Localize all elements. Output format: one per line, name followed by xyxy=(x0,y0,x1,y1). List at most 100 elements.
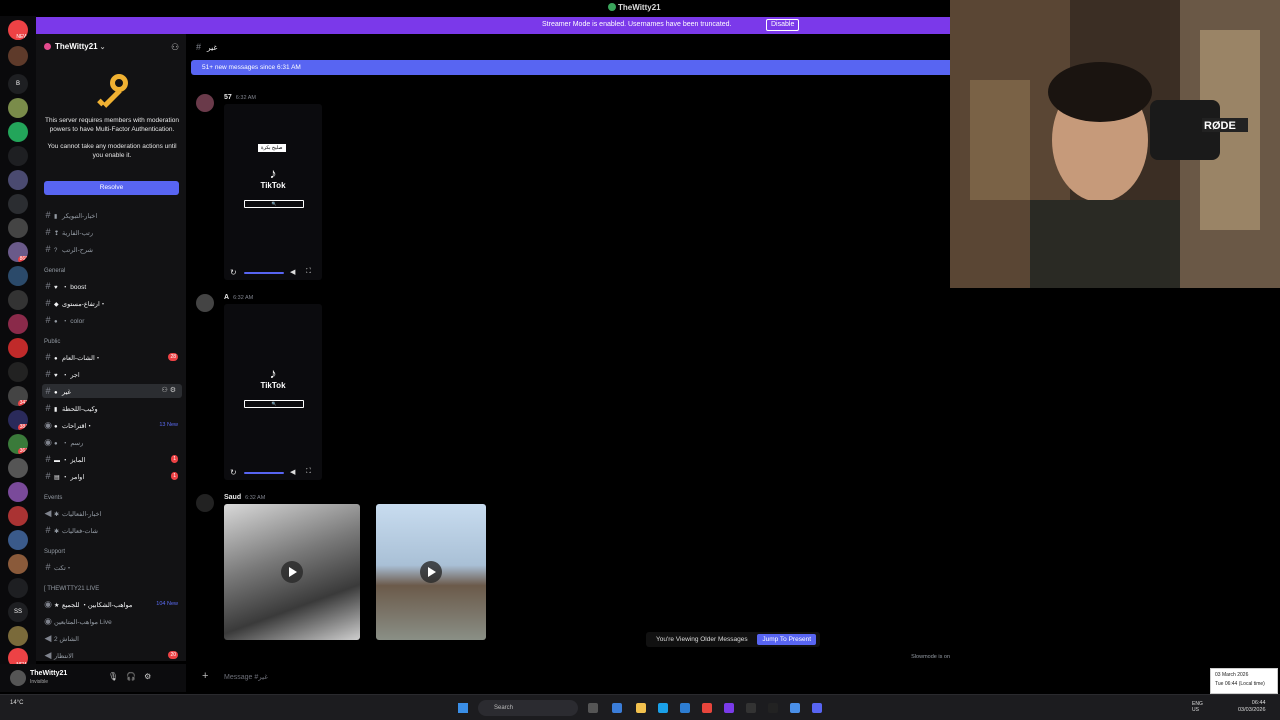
avatar[interactable] xyxy=(196,294,214,312)
channel-item-active[interactable]: # ● غير ⚇⚙ xyxy=(42,384,182,398)
message-composer[interactable]: + Message #غير xyxy=(190,666,950,688)
server-name[interactable]: TheWitty21 ⌄ xyxy=(44,42,105,54)
chrome-icon[interactable] xyxy=(702,703,712,713)
channel-item[interactable]: ◀ الانتظار 20 xyxy=(42,648,182,662)
server-icon[interactable] xyxy=(8,458,28,478)
discord-icon[interactable] xyxy=(812,703,822,713)
category-support[interactable]: Support xyxy=(44,549,65,559)
channel-settings-icon[interactable]: ⚇⚙ xyxy=(161,384,178,398)
category-live[interactable]: [ THEWITTY21 LIVE xyxy=(44,586,99,596)
category-general[interactable]: General xyxy=(44,268,65,278)
fullscreen-icon[interactable]: ⛶ xyxy=(306,468,311,476)
server-icon[interactable] xyxy=(8,266,28,286)
channel-item[interactable]: # تكت・ xyxy=(42,560,182,574)
category-events[interactable]: Events xyxy=(44,495,62,505)
server-icon[interactable] xyxy=(8,146,28,166)
channel-item[interactable]: # ▤ ・ اوامر 1 xyxy=(42,469,182,483)
add-attachment-icon[interactable]: + xyxy=(202,670,208,682)
server-icon[interactable] xyxy=(8,122,28,142)
obs-icon[interactable] xyxy=(746,703,756,713)
channel-item[interactable]: # ♥ ・ boost xyxy=(42,279,182,293)
channel-item[interactable]: # ● ・ color xyxy=(42,313,182,327)
video-progress[interactable] xyxy=(244,272,284,274)
server-icon[interactable] xyxy=(8,482,28,502)
channel-item[interactable]: # ◆ ارتفاع-مستوى・ xyxy=(42,296,182,310)
server-icon[interactable] xyxy=(8,194,28,214)
add-member-icon[interactable]: ⚇ xyxy=(171,43,180,52)
server-icon[interactable] xyxy=(8,554,28,574)
gear-icon[interactable]: ⚙ xyxy=(144,672,159,681)
server-icon[interactable] xyxy=(8,626,28,646)
app-icon[interactable] xyxy=(680,703,690,713)
channel-item[interactable]: # ▮ وكيب-اللحظة xyxy=(42,401,182,415)
new-messages-bar[interactable]: 51+ new messages since 6:31 AM xyxy=(191,60,950,75)
edge-icon[interactable] xyxy=(658,703,668,713)
channel-item[interactable]: # ▮ اخبار-التبويكر xyxy=(42,208,182,222)
play-icon[interactable] xyxy=(420,561,442,583)
server-icon[interactable] xyxy=(8,290,28,310)
volume-icon[interactable]: ◀ xyxy=(290,268,295,276)
server-icon[interactable] xyxy=(8,314,28,334)
channel-item[interactable]: # ● الشات-العام・ 28 xyxy=(42,350,182,364)
server-icon[interactable] xyxy=(8,362,28,382)
video-thumbnail[interactable] xyxy=(376,504,486,640)
resolve-button[interactable]: Resolve xyxy=(44,181,179,195)
fullscreen-icon[interactable]: ⛶ xyxy=(306,268,311,276)
task-view-icon[interactable] xyxy=(588,703,598,713)
server-icon[interactable] xyxy=(8,530,28,550)
jump-to-present-button[interactable]: Jump To Present xyxy=(757,634,816,645)
play-icon[interactable] xyxy=(281,561,303,583)
app-icon[interactable] xyxy=(612,703,622,713)
disable-streamer-button[interactable]: Disable xyxy=(766,19,800,31)
server-icon[interactable]: NEW xyxy=(8,20,28,40)
server-icon[interactable] xyxy=(8,170,28,190)
message-author[interactable]: Saud 6:32 AM xyxy=(224,494,265,501)
message-author[interactable]: A 6:32 AM xyxy=(224,294,253,301)
server-icon[interactable]: B xyxy=(8,74,28,94)
replay-icon[interactable]: ↻ xyxy=(230,468,237,477)
taskbar-search[interactable]: Search xyxy=(478,700,578,716)
weather-widget[interactable]: 14°C xyxy=(10,700,23,706)
app-icon[interactable] xyxy=(790,703,800,713)
app-icon[interactable] xyxy=(768,703,778,713)
message-author[interactable]: 57 6:32 AM xyxy=(224,94,256,101)
video-embed[interactable]: صليح بكرة ♪ TikTok 🔍 ↻ ◀ ⛶ xyxy=(224,104,322,280)
server-icon[interactable] xyxy=(8,46,28,66)
avatar[interactable] xyxy=(196,494,214,512)
channel-item[interactable]: ◉ ★ مواهب-الشكابين・ للجميع 104 New xyxy=(42,597,182,611)
avatar[interactable] xyxy=(10,670,26,686)
message-input[interactable]: Message #غير xyxy=(224,673,268,681)
app-icon[interactable] xyxy=(724,703,734,713)
server-icon[interactable]: 343 xyxy=(8,386,28,406)
taskbar-clock[interactable]: 06:44 03/03/2026 xyxy=(1238,700,1266,714)
avatar[interactable] xyxy=(196,94,214,112)
channel-item[interactable]: ◉ ● اقتراحات・ 13 New xyxy=(42,418,182,432)
microphone-icon[interactable]: 🎙 xyxy=(108,672,126,681)
server-icon[interactable]: SS xyxy=(8,602,28,622)
channel-item[interactable]: # ▬ ・ المايز 1 xyxy=(42,452,182,466)
channel-item[interactable]: ◉ ● ・ رسم xyxy=(42,435,182,449)
video-embed[interactable]: ♪ TikTok 🔍 ↻ ◀ ⛶ xyxy=(224,304,322,480)
server-icon[interactable]: 868 xyxy=(8,242,28,262)
channel-item[interactable]: # ❢ رتب-الفارية xyxy=(42,225,182,239)
server-icon[interactable] xyxy=(8,218,28,238)
category-public[interactable]: Public xyxy=(44,339,60,349)
volume-icon[interactable]: ◀ xyxy=(290,468,295,476)
language-indicator[interactable]: ENG US xyxy=(1192,701,1203,713)
server-icon[interactable] xyxy=(8,578,28,598)
channel-item[interactable]: # ♥ ・ اجر xyxy=(42,367,182,381)
headphones-icon[interactable]: 🎧 xyxy=(126,672,144,681)
video-thumbnail[interactable] xyxy=(224,504,360,640)
channel-item[interactable]: #? شرح-الرتب xyxy=(42,242,182,256)
server-icon[interactable] xyxy=(8,338,28,358)
server-icon[interactable] xyxy=(8,98,28,118)
file-explorer-icon[interactable] xyxy=(636,703,646,713)
channel-item[interactable]: ◀ 2 الشاش xyxy=(42,631,182,645)
windows-start-icon[interactable] xyxy=(458,703,468,713)
server-icon[interactable]: 364 xyxy=(8,434,28,454)
server-icon[interactable]: 384 xyxy=(8,410,28,430)
channel-item[interactable]: ◉ مواهب-المتابعين Live xyxy=(42,614,182,628)
server-icon[interactable] xyxy=(8,506,28,526)
replay-icon[interactable]: ↻ xyxy=(230,268,237,277)
channel-item[interactable]: # ✱ شات-فعاليات xyxy=(42,523,182,537)
